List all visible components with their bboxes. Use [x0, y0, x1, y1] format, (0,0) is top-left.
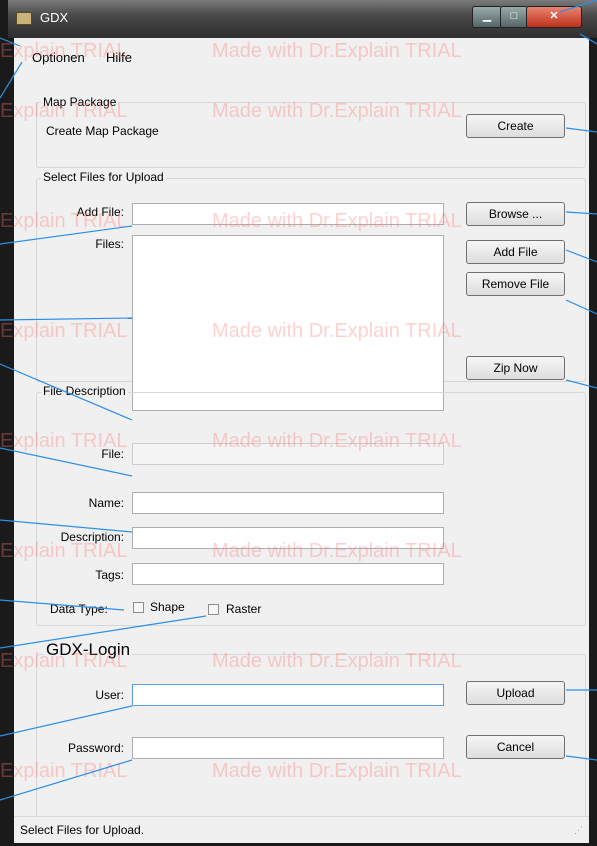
close-button[interactable]: ✕: [526, 6, 582, 28]
app-icon: [16, 12, 32, 25]
minimize-icon: ▁: [482, 10, 492, 22]
user-input[interactable]: [132, 684, 444, 706]
maximize-button[interactable]: □: [500, 6, 528, 28]
menu-hilfe[interactable]: Hilfe: [106, 50, 132, 65]
browse-button[interactable]: Browse ...: [466, 202, 565, 226]
add-file-input[interactable]: [132, 203, 444, 225]
files-list[interactable]: [132, 235, 444, 411]
resize-grip-icon[interactable]: ⋰: [574, 825, 583, 836]
title-bar[interactable]: GDX ▁ □ ✕: [8, 0, 597, 38]
cancel-button[interactable]: Cancel: [466, 735, 565, 759]
upload-button[interactable]: Upload: [466, 681, 565, 705]
create-button[interactable]: Create: [466, 114, 565, 138]
files-label: Files:: [95, 237, 124, 251]
menu-bar: Optionen Hilfe: [14, 46, 589, 70]
create-map-package-label: Create Map Package: [46, 124, 159, 138]
file-input: [132, 443, 444, 465]
raster-checkbox[interactable]: [208, 604, 219, 615]
data-type-label: Data Type:: [50, 602, 108, 616]
minimize-button[interactable]: ▁: [472, 6, 502, 28]
login-group-label: GDX-Login: [44, 640, 133, 660]
maximize-icon: □: [510, 10, 518, 22]
name-label: Name:: [88, 496, 124, 510]
zip-now-button[interactable]: Zip Now: [466, 356, 565, 380]
name-input[interactable]: [132, 492, 444, 514]
description-input[interactable]: [132, 527, 444, 549]
shape-checkbox[interactable]: [133, 602, 144, 613]
status-text: Select Files for Upload.: [20, 823, 145, 837]
raster-label: Raster: [226, 602, 262, 616]
map-package-group-label: Map Package: [41, 95, 119, 109]
description-label: Description:: [60, 530, 124, 544]
menu-optionen[interactable]: Optionen: [32, 50, 85, 65]
window-title: GDX: [40, 10, 69, 25]
client-area: Optionen Hilfe Map Package Create Map Pa…: [14, 38, 589, 843]
status-bar: Select Files for Upload. ⋰: [14, 816, 589, 843]
upload-files-group-label: Select Files for Upload: [41, 170, 166, 184]
shape-label: Shape: [150, 600, 185, 614]
password-input[interactable]: [132, 737, 444, 759]
remove-file-button[interactable]: Remove File: [466, 272, 565, 296]
add-file-button[interactable]: Add File: [466, 240, 565, 264]
app-window: GDX ▁ □ ✕ Optionen Hilfe Map Package Cre…: [8, 0, 597, 846]
tags-label: Tags:: [95, 568, 124, 582]
tags-input[interactable]: [132, 563, 444, 585]
add-file-label: Add File:: [76, 205, 124, 219]
file-label: File:: [101, 447, 124, 461]
close-icon: ✕: [549, 10, 559, 22]
password-label: Password:: [67, 741, 124, 755]
file-description-group-label: File Description: [41, 384, 128, 398]
user-label: User:: [95, 688, 124, 702]
